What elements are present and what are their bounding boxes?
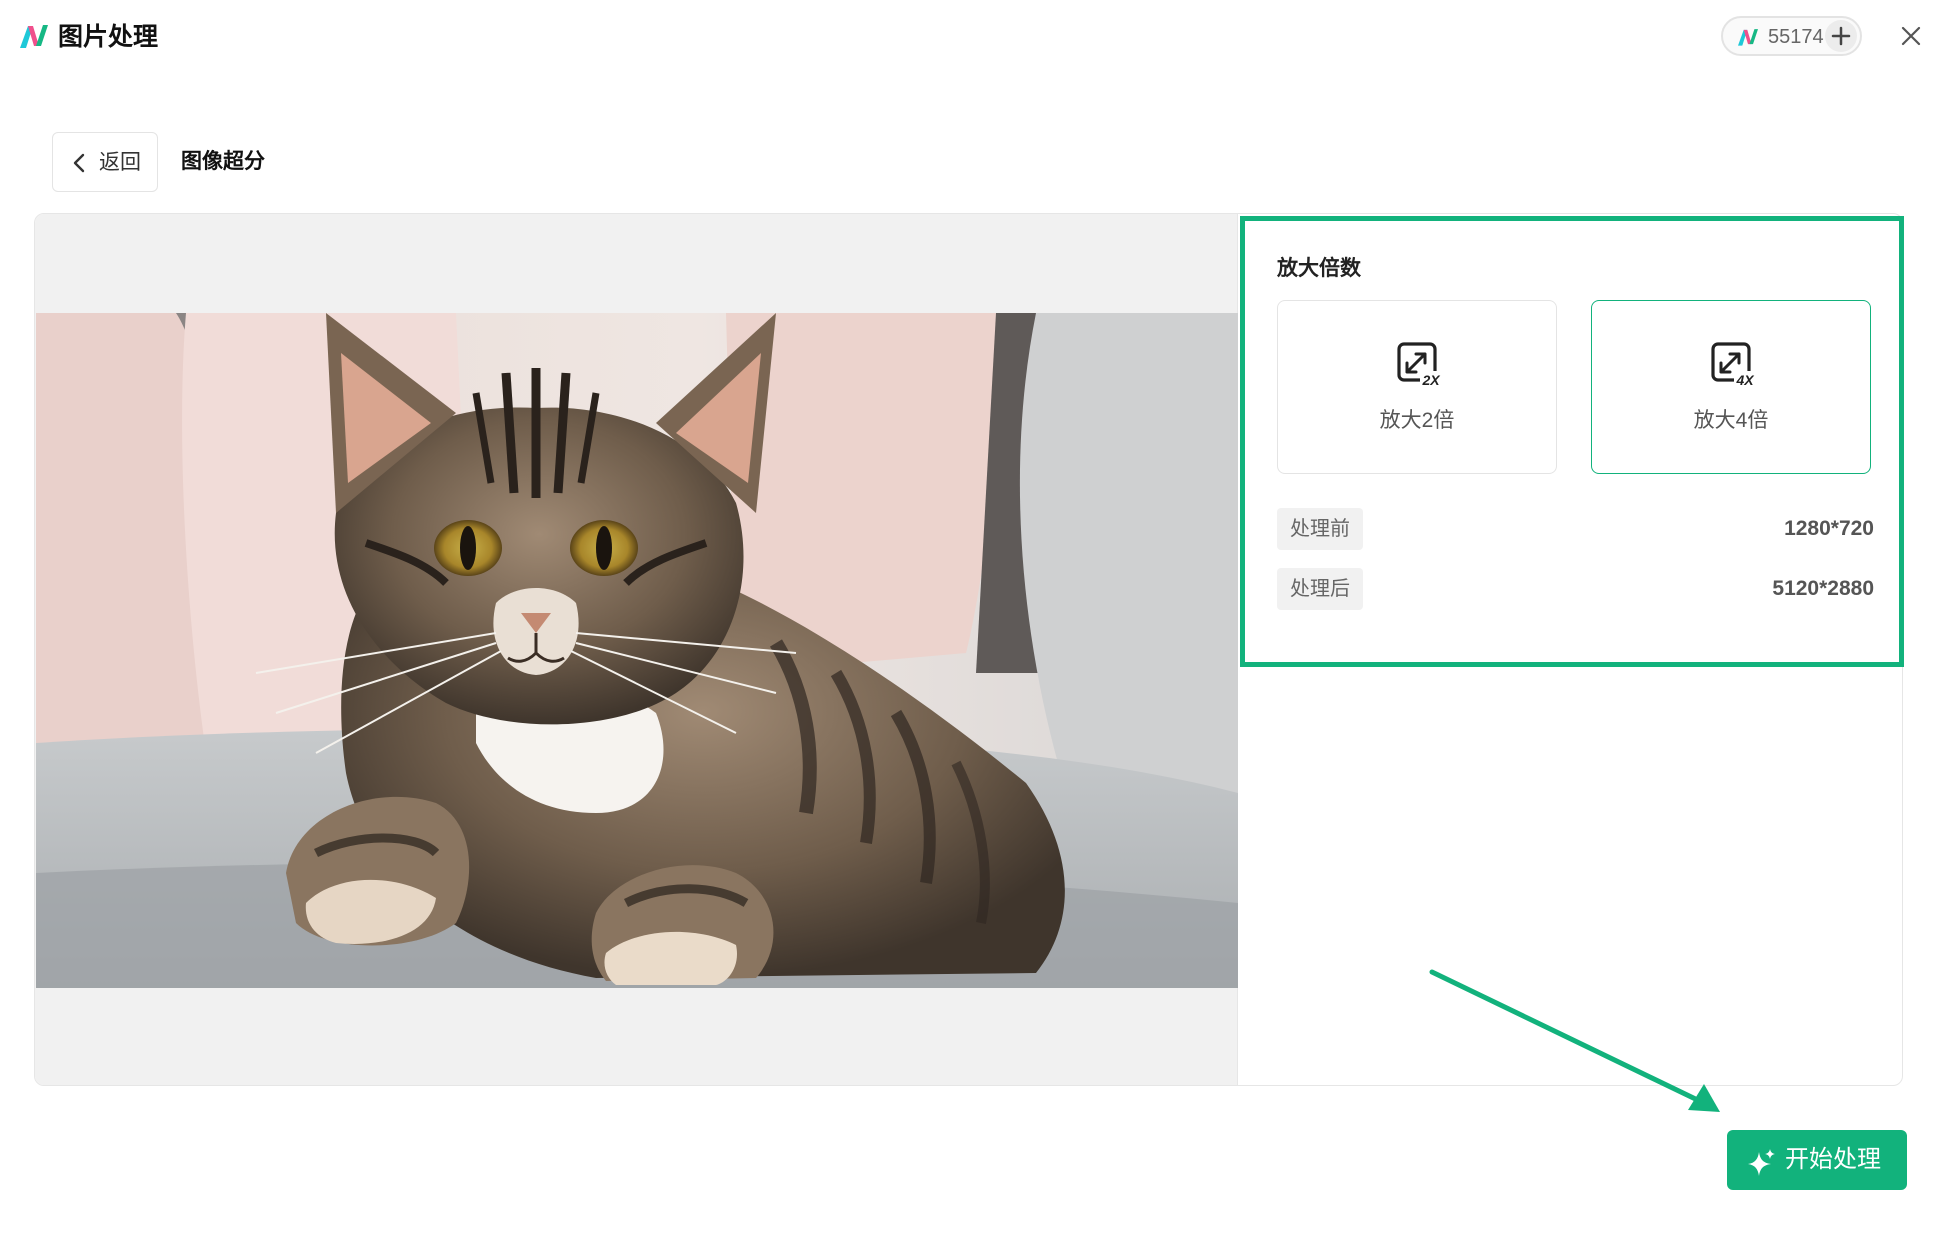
- start-processing-button[interactable]: 开始处理: [1727, 1130, 1907, 1190]
- start-processing-label: 开始处理: [1785, 1146, 1881, 1173]
- back-label: 返回: [99, 151, 141, 174]
- close-icon: [1901, 26, 1921, 46]
- scale-option-4x[interactable]: 4X 放大4倍: [1591, 300, 1871, 474]
- settings-title: 放大倍数: [1277, 257, 1361, 280]
- expand-2x-badge: 2X: [1421, 372, 1441, 387]
- scale-settings-panel: 放大倍数 2X 放大2倍 4X 放大4倍 处理前 1280*720 处理后 51…: [1240, 216, 1904, 667]
- title-bar: 图片处理 55174: [0, 0, 1940, 74]
- scale-option-4x-label: 放大4倍: [1693, 409, 1769, 432]
- scale-option-2x[interactable]: 2X 放大2倍: [1277, 300, 1557, 474]
- annotation-arrow: [1429, 969, 1720, 1112]
- plus-icon: [1831, 26, 1851, 46]
- credits-value: 55174: [1768, 26, 1824, 48]
- credits-logo-icon: [1738, 29, 1758, 46]
- page-title: 图像超分: [181, 150, 265, 173]
- expand-4x-icon: 4X: [1711, 342, 1756, 387]
- resolution-before-label: 处理前: [1277, 508, 1363, 550]
- preview-image: [36, 313, 1238, 988]
- add-credits-button[interactable]: [1825, 20, 1857, 52]
- image-preview-area: [35, 214, 1238, 1085]
- resolution-before-row: 处理前 1280*720: [1277, 508, 1874, 550]
- back-button[interactable]: 返回: [52, 132, 158, 192]
- expand-4x-badge: 4X: [1735, 372, 1755, 387]
- credits-badge[interactable]: 55174: [1721, 16, 1862, 56]
- expand-2x-icon: 2X: [1397, 342, 1442, 387]
- tabby-cat-photo: [36, 313, 1238, 988]
- resolution-after-row: 处理后 5120*2880: [1277, 568, 1874, 610]
- app-title: 图片处理: [58, 23, 159, 51]
- resolution-after-label: 处理后: [1277, 568, 1363, 610]
- chevron-left-icon: [73, 153, 85, 173]
- resolution-before-value: 1280*720: [1784, 517, 1874, 540]
- scale-option-2x-label: 放大2倍: [1379, 409, 1455, 432]
- close-button[interactable]: [1897, 22, 1925, 50]
- app-logo-icon: [20, 25, 48, 48]
- resolution-after-value: 5120*2880: [1772, 577, 1874, 600]
- sparkle-icon: [1748, 1149, 1775, 1176]
